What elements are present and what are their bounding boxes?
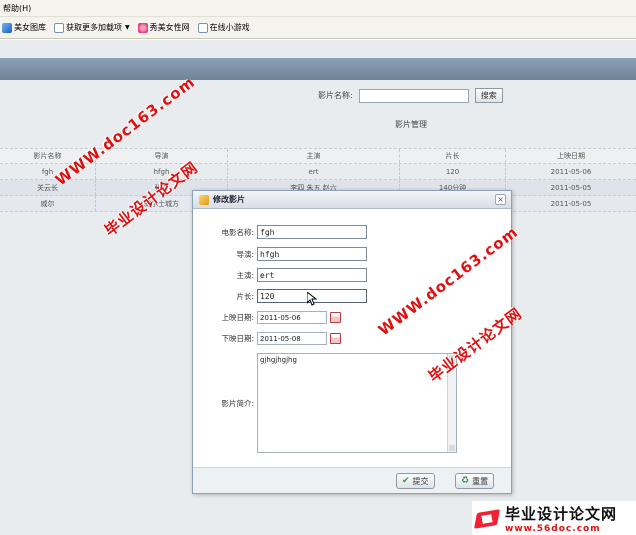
intro-text: gjhgjhgjhg bbox=[260, 356, 297, 364]
form-row-offline: 下映日期: 2011-05-08 bbox=[193, 332, 341, 345]
favorite-item-3[interactable]: 在线小游戏 bbox=[197, 22, 250, 33]
mouse-cursor-icon bbox=[307, 292, 317, 306]
page-icon bbox=[197, 22, 208, 33]
favorite-label: 秀美女性网 bbox=[149, 23, 190, 32]
form-row-intro: 影片简介: gjhgjhgjhg bbox=[193, 353, 457, 453]
table-cell: ert bbox=[228, 164, 400, 179]
browser-menubar: 帮助(H) bbox=[0, 0, 636, 17]
length-label: 片长: bbox=[236, 291, 254, 301]
offline-date-field[interactable]: 2011-05-08 bbox=[257, 332, 327, 345]
form-row-length: 片长: 120 bbox=[193, 289, 367, 303]
column-header[interactable]: 上映日期 bbox=[506, 149, 636, 163]
director-field[interactable]: hfgh bbox=[257, 247, 367, 261]
director-label: 导演: bbox=[236, 249, 254, 259]
column-header[interactable]: 主演 bbox=[228, 149, 400, 163]
favorite-item-2[interactable]: 秀美女性网 bbox=[137, 22, 190, 33]
calendar-icon[interactable] bbox=[330, 333, 341, 344]
favorite-item-1[interactable]: 获取更多加载项 ▼ bbox=[54, 22, 130, 33]
submit-button[interactable]: ✔ 提交 bbox=[396, 473, 435, 489]
column-header[interactable]: 导演 bbox=[96, 149, 228, 163]
reset-icon: ♻ bbox=[461, 476, 470, 486]
search-label: 影片名称: bbox=[318, 91, 353, 100]
table-cell: 120 bbox=[400, 164, 506, 179]
reset-label: 重置 bbox=[472, 476, 489, 486]
column-header[interactable]: 片长 bbox=[400, 149, 506, 163]
search-bar: 影片名称: 搜索 bbox=[318, 88, 503, 103]
offline-date-label: 下映日期: bbox=[221, 334, 254, 343]
table-cell: 威尔 bbox=[0, 196, 96, 211]
header-band bbox=[0, 58, 636, 80]
check-icon: ✔ bbox=[402, 476, 410, 486]
menu-help[interactable]: 帮助(H) bbox=[3, 3, 31, 14]
name-label: 电影名称: bbox=[221, 227, 254, 237]
brand-url: www.56doc.com bbox=[505, 523, 601, 534]
submit-label: 提交 bbox=[412, 476, 429, 486]
flower-icon bbox=[137, 22, 148, 33]
reset-button[interactable]: ♻ 重置 bbox=[455, 473, 495, 489]
favorite-label: 在线小游戏 bbox=[209, 23, 250, 32]
name-field[interactable]: fgh bbox=[257, 225, 367, 239]
release-date-label: 上映日期: bbox=[221, 313, 254, 322]
section-title: 影片管理 bbox=[395, 120, 427, 129]
intro-label: 影片简介: bbox=[221, 398, 254, 408]
form-row-director: 导演: hfgh bbox=[193, 247, 367, 261]
ie-icon bbox=[2, 22, 12, 33]
search-input[interactable] bbox=[358, 88, 469, 103]
table-cell: 关云长 bbox=[0, 180, 96, 195]
favorites-bar: 美女图库 获取更多加载项 ▼ 秀美女性网 在线小游戏 bbox=[0, 17, 636, 39]
form-row-release: 上映日期: 2011-05-06 bbox=[193, 311, 341, 324]
logo-icon bbox=[472, 505, 502, 531]
dialog-title: 修改影片 bbox=[213, 195, 245, 204]
table-cell: 2011-05-05 bbox=[550, 199, 592, 208]
close-icon[interactable]: × bbox=[495, 194, 506, 205]
favorite-label: 获取更多加载项 bbox=[66, 23, 122, 32]
brand-name: 毕业设计论文网 bbox=[505, 504, 618, 523]
actor-label: 主演: bbox=[236, 270, 254, 280]
table-cell: 2011-05-05 bbox=[550, 183, 592, 192]
calendar-icon[interactable] bbox=[330, 312, 341, 323]
favorite-label: 美女图库 bbox=[14, 23, 46, 32]
release-date-field[interactable]: 2011-05-06 bbox=[257, 311, 327, 324]
page-icon bbox=[54, 22, 64, 33]
search-button[interactable]: 搜索 bbox=[474, 88, 503, 103]
form-row-name: 电影名称: fgh bbox=[193, 225, 367, 239]
dialog-footer: ✔ 提交 ♻ 重置 bbox=[193, 467, 511, 493]
table-row[interactable]: fgh hfgh ert 120 2011-05-06 bbox=[0, 164, 636, 180]
table-cell: 2011-05-06 bbox=[550, 167, 592, 176]
film-icon bbox=[199, 194, 209, 205]
actor-field[interactable]: ert bbox=[257, 268, 367, 282]
favorite-item-0[interactable]: 美女图库 bbox=[2, 22, 46, 33]
brand-logo: 毕业设计论文网 www.56doc.com bbox=[472, 501, 636, 535]
dialog-titlebar[interactable]: 修改影片 × bbox=[193, 191, 511, 209]
form-row-actor: 主演: ert bbox=[193, 268, 367, 282]
chevron-down-icon[interactable]: ▼ bbox=[125, 24, 130, 31]
